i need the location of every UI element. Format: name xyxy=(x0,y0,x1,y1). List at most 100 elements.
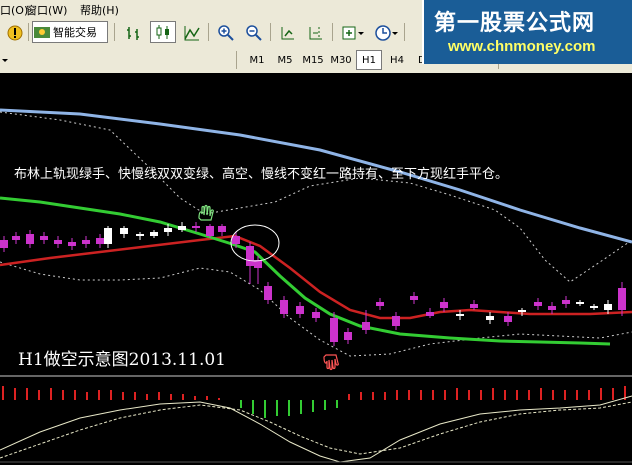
histogram-bar xyxy=(50,388,52,400)
histogram-bar xyxy=(264,400,266,418)
zoom-in-icon[interactable] xyxy=(214,22,238,44)
candle-body xyxy=(470,304,478,308)
candle-body xyxy=(82,240,90,244)
histogram-bar xyxy=(516,390,518,400)
histogram-bar xyxy=(600,388,602,400)
line-chart-icon[interactable] xyxy=(180,22,204,44)
histogram-bar xyxy=(110,390,112,400)
candle-body xyxy=(280,300,288,314)
candle-body xyxy=(232,236,240,244)
histogram-bar xyxy=(86,392,88,400)
histogram-bar xyxy=(456,388,458,400)
candle-body xyxy=(330,318,338,342)
timeframe-m5-button[interactable]: M5 xyxy=(272,50,298,70)
candle-body xyxy=(410,296,418,300)
candle-body xyxy=(206,226,214,236)
histogram-bar xyxy=(408,390,410,400)
watermark-url: www.chnmoney.com xyxy=(448,38,596,55)
candle-body xyxy=(164,228,172,232)
candle-body xyxy=(192,226,200,228)
candle-body xyxy=(392,316,400,326)
green-hand-signal-icon xyxy=(198,204,214,221)
oscillator-lines xyxy=(0,395,632,463)
candle-body xyxy=(312,312,320,318)
candle-body xyxy=(486,316,494,320)
candle-body xyxy=(562,300,570,304)
menu-item-window[interactable]: 窗口(W) xyxy=(26,2,67,18)
histogram-bar xyxy=(336,400,338,408)
candle-body xyxy=(426,312,434,316)
candle-body xyxy=(534,302,542,306)
timeframe-h4-button[interactable]: H4 xyxy=(384,50,410,70)
expert-advisor-label: 智能交易 xyxy=(53,26,97,39)
expert-advisor-button[interactable]: 智能交易 xyxy=(32,21,108,43)
chart-caption: H1做空示意图2013.11.01 xyxy=(18,350,226,370)
toolbar-scroll-left-icon[interactable] xyxy=(0,50,12,72)
histogram-bar xyxy=(528,390,530,400)
toolbar-separator xyxy=(28,23,29,41)
histogram-bar xyxy=(552,390,554,400)
candle-body xyxy=(590,306,598,308)
candle-body xyxy=(12,236,20,240)
oscillator-signal-line xyxy=(0,401,632,459)
histogram-bar xyxy=(300,400,302,414)
candle-body xyxy=(26,234,34,244)
histogram-bar xyxy=(218,398,220,400)
histogram-bar xyxy=(396,390,398,400)
indicators-icon[interactable] xyxy=(338,22,368,44)
candle-body xyxy=(96,238,104,244)
candle-body xyxy=(296,306,304,314)
histogram-bar xyxy=(312,400,314,412)
watermark-title: 第一股票公式网 xyxy=(434,10,596,36)
histogram-bar xyxy=(504,390,506,400)
candle-body xyxy=(120,228,128,234)
histogram-bar xyxy=(576,390,578,400)
histogram-bar xyxy=(182,394,184,400)
periods-icon[interactable] xyxy=(372,22,402,44)
histogram-bar xyxy=(432,390,434,400)
histogram-bar xyxy=(38,390,40,400)
timeframe-m15-button[interactable]: M15 xyxy=(300,50,326,70)
timeframe-m30-button[interactable]: M30 xyxy=(328,50,354,70)
candlestick-chart-icon[interactable] xyxy=(150,21,176,43)
histogram-bar xyxy=(468,390,470,400)
timeframe-m1-button[interactable]: M1 xyxy=(244,50,270,70)
menu-item-help[interactable]: 帮助(H) xyxy=(80,2,119,18)
candle-body xyxy=(0,240,8,248)
histogram-bar xyxy=(134,392,136,400)
candle-body xyxy=(604,304,612,310)
candlesticks xyxy=(0,222,626,346)
candle-body xyxy=(376,302,384,306)
toolbar-separator xyxy=(236,51,237,69)
histogram-bar xyxy=(324,400,326,410)
candle-body xyxy=(178,226,186,230)
candle-body xyxy=(362,322,370,330)
histogram-bar xyxy=(206,396,208,400)
alert-icon[interactable] xyxy=(4,22,26,44)
histogram-bar xyxy=(98,390,100,400)
histogram-bar xyxy=(420,390,422,400)
chart-shift-icon[interactable] xyxy=(304,22,328,44)
auto-scroll-icon[interactable] xyxy=(276,22,300,44)
upper-band-path xyxy=(0,111,632,283)
price-chart[interactable] xyxy=(0,102,632,465)
candle-body xyxy=(264,286,272,300)
candle-body xyxy=(40,236,48,240)
timeframe-h1-button[interactable]: H1 xyxy=(356,50,382,70)
toolbar-separator xyxy=(404,23,405,41)
histogram-bar xyxy=(480,390,482,400)
histogram-bar xyxy=(240,400,242,408)
histogram-bar xyxy=(252,400,254,414)
histogram-bar xyxy=(2,386,4,400)
candle-body xyxy=(576,302,584,304)
candle-body xyxy=(104,228,112,244)
oscillator-histogram xyxy=(2,386,626,418)
candle-body xyxy=(246,246,254,266)
candle-body xyxy=(456,314,464,316)
oscillator-line xyxy=(0,395,632,463)
bar-chart-icon[interactable] xyxy=(122,22,146,44)
candle-body xyxy=(344,332,352,340)
histogram-bar xyxy=(612,388,614,400)
menu-item-view[interactable]: 口(O) xyxy=(0,2,28,18)
zoom-out-icon[interactable] xyxy=(242,22,266,44)
